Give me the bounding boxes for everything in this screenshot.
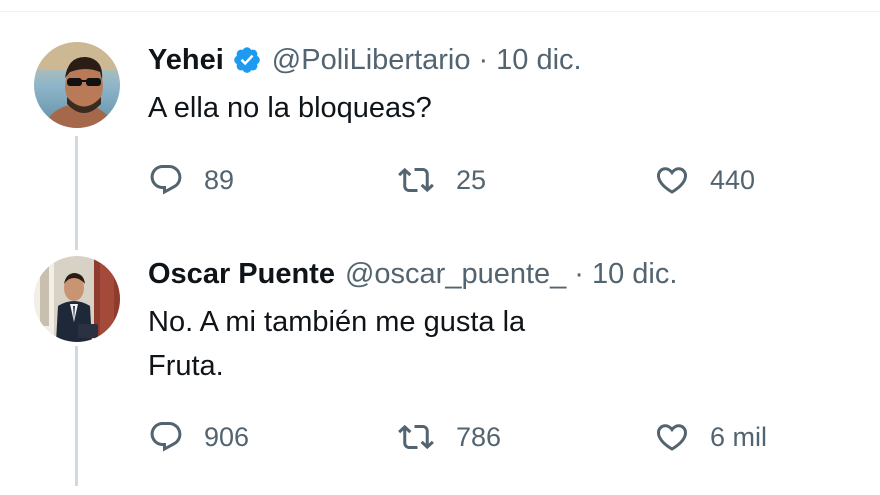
like-count: 440 bbox=[710, 164, 756, 195]
reply-icon bbox=[150, 422, 182, 452]
retweet-count: 25 bbox=[456, 164, 487, 195]
tweet-actions: 906 786 6 mil bbox=[148, 417, 788, 457]
tweet-text: No. A mi también me gusta la Fruta. bbox=[148, 300, 628, 388]
reply-button[interactable]: 89 bbox=[148, 160, 234, 200]
verified-badge-icon bbox=[232, 45, 262, 75]
heart-icon bbox=[656, 424, 688, 451]
separator-dot: · bbox=[478, 44, 489, 76]
like-button[interactable]: 6 mil bbox=[654, 417, 767, 457]
retweet-icon bbox=[398, 424, 434, 450]
avatar-photo-icon bbox=[34, 42, 120, 128]
separator-dot: · bbox=[574, 258, 584, 290]
retweet-button[interactable]: 25 bbox=[398, 160, 486, 200]
handle[interactable]: @oscar_puente_ bbox=[345, 256, 566, 292]
heart-icon bbox=[656, 167, 688, 194]
like-count: 6 mil bbox=[710, 421, 768, 452]
like-button[interactable]: 440 bbox=[654, 160, 755, 200]
tweet-date[interactable]: 10 dic. bbox=[592, 256, 677, 292]
tweet-text-line: Fruta. bbox=[148, 350, 224, 382]
avatar[interactable] bbox=[34, 256, 120, 342]
top-divider bbox=[0, 11, 880, 12]
tweet-actions: 89 25 440 bbox=[148, 160, 788, 200]
tweet-header: Oscar Puente @oscar_puente_ · 10 dic. bbox=[148, 256, 677, 292]
tweet-text: A ella no la bloqueas? bbox=[148, 86, 432, 130]
reply-count: 906 bbox=[204, 421, 250, 452]
thread-line bbox=[75, 346, 78, 486]
handle[interactable]: @PoliLibertario bbox=[272, 42, 471, 78]
display-name[interactable]: Oscar Puente bbox=[148, 256, 335, 292]
retweet-button[interactable]: 786 bbox=[398, 417, 501, 457]
reply-count: 89 bbox=[204, 164, 235, 195]
thread-line bbox=[75, 136, 78, 250]
retweet-icon bbox=[398, 167, 434, 193]
display-name[interactable]: Yehei bbox=[148, 42, 224, 78]
reply-icon bbox=[150, 165, 182, 195]
tweet-date[interactable]: 10 dic. bbox=[496, 42, 581, 78]
tweet-text-line: No. A mi también me gusta la bbox=[148, 306, 526, 338]
retweet-count: 786 bbox=[456, 421, 502, 452]
reply-button[interactable]: 906 bbox=[148, 417, 249, 457]
avatar-photo-icon bbox=[34, 256, 120, 342]
tweet-text-line: A ella no la bloqueas? bbox=[148, 92, 432, 124]
avatar[interactable] bbox=[34, 42, 120, 128]
tweet-header: Yehei @PoliLibertario · 10 dic. bbox=[148, 42, 582, 78]
